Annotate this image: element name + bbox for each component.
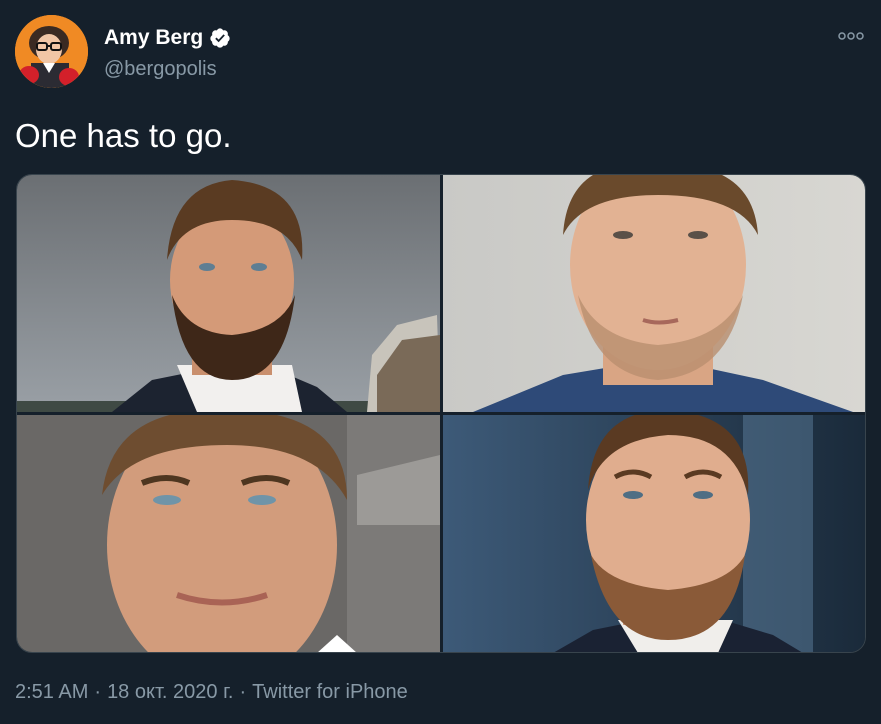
photo-1-image [17, 175, 440, 412]
photo-4-image [443, 415, 865, 652]
media-grid [16, 174, 866, 653]
photo-2[interactable] [443, 175, 865, 412]
author-name-row[interactable]: Amy Berg [104, 26, 231, 50]
display-name[interactable]: Amy Berg [104, 26, 203, 50]
avatar[interactable] [15, 15, 88, 88]
tweet-meta: 2:51 AM · 18 окт. 2020 г. · Twitter for … [15, 680, 408, 704]
tweet-card: Amy Berg @bergopolis One has to go. 2:51… [0, 0, 881, 724]
more-options-button[interactable] [837, 26, 865, 46]
tweet-time[interactable]: 2:51 AM [15, 680, 88, 704]
tweet-date[interactable]: 18 окт. 2020 г. [107, 680, 233, 704]
meta-separator: · [239, 681, 247, 703]
verified-badge-icon [210, 28, 230, 48]
photo-3[interactable] [17, 415, 440, 652]
photo-2-image [443, 175, 865, 412]
tweet-text: One has to go. [15, 117, 232, 154]
more-horizontal-icon [838, 32, 864, 40]
photo-4[interactable] [443, 415, 865, 652]
meta-separator: · [94, 681, 102, 703]
tweet-source-link[interactable]: Twitter for iPhone [252, 680, 408, 704]
photo-3-image [17, 415, 440, 652]
photo-1[interactable] [17, 175, 440, 412]
handle[interactable]: @bergopolis [104, 57, 217, 81]
avatar-icon [15, 15, 88, 88]
